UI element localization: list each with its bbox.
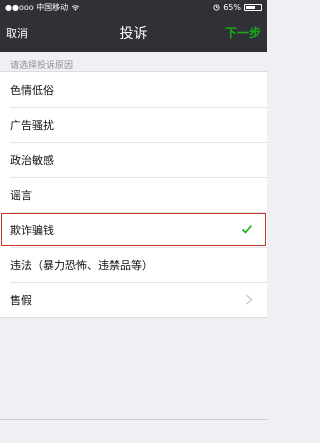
carrier-label: ●●ooo 中国移动: [5, 2, 69, 12]
battery-fill: [246, 5, 255, 9]
wifi-icon: [71, 4, 80, 11]
status-left: ●●ooo 中国移动: [5, 2, 80, 13]
reason-row[interactable]: 谣言: [0, 177, 267, 212]
reason-label: 政治敏感: [10, 154, 54, 167]
reason-label: 广告骚扰: [10, 119, 54, 132]
status-right: 65%: [213, 3, 262, 12]
alarm-icon: [213, 3, 220, 11]
bottom-divider: [0, 419, 267, 420]
reason-row[interactable]: 广告骚扰: [0, 107, 267, 142]
reason-row[interactable]: 售假: [0, 282, 267, 317]
reason-row[interactable]: 色情低俗: [0, 72, 267, 107]
reason-label: 欺诈骗钱: [10, 224, 54, 237]
reason-list: 色情低俗广告骚扰政治敏感谣言欺诈骗钱违法（暴力恐怖、违禁品等） 售假: [0, 71, 267, 318]
next-step-button[interactable]: 下一步: [225, 24, 261, 41]
reason-row[interactable]: 欺诈骗钱: [0, 212, 267, 247]
reason-label: 谣言: [10, 189, 32, 202]
reason-row[interactable]: 政治敏感: [0, 142, 267, 177]
battery-percent: 65%: [223, 2, 241, 12]
section-label: 请选择投诉原因: [10, 61, 74, 71]
navigation-bar: 取消 投诉 下一步: [0, 14, 267, 52]
status-bar: ●●ooo 中国移动 65%: [0, 0, 267, 14]
reason-label: 售假: [10, 294, 32, 307]
reason-row[interactable]: 违法（暴力恐怖、违禁品等）: [0, 247, 267, 282]
reason-label: 违法（暴力恐怖、违禁品等）: [10, 259, 153, 272]
checkmark-icon: [241, 224, 253, 234]
battery-icon: [244, 3, 262, 11]
chevron-right-icon: [246, 294, 253, 305]
reason-label: 色情低俗: [10, 84, 54, 97]
